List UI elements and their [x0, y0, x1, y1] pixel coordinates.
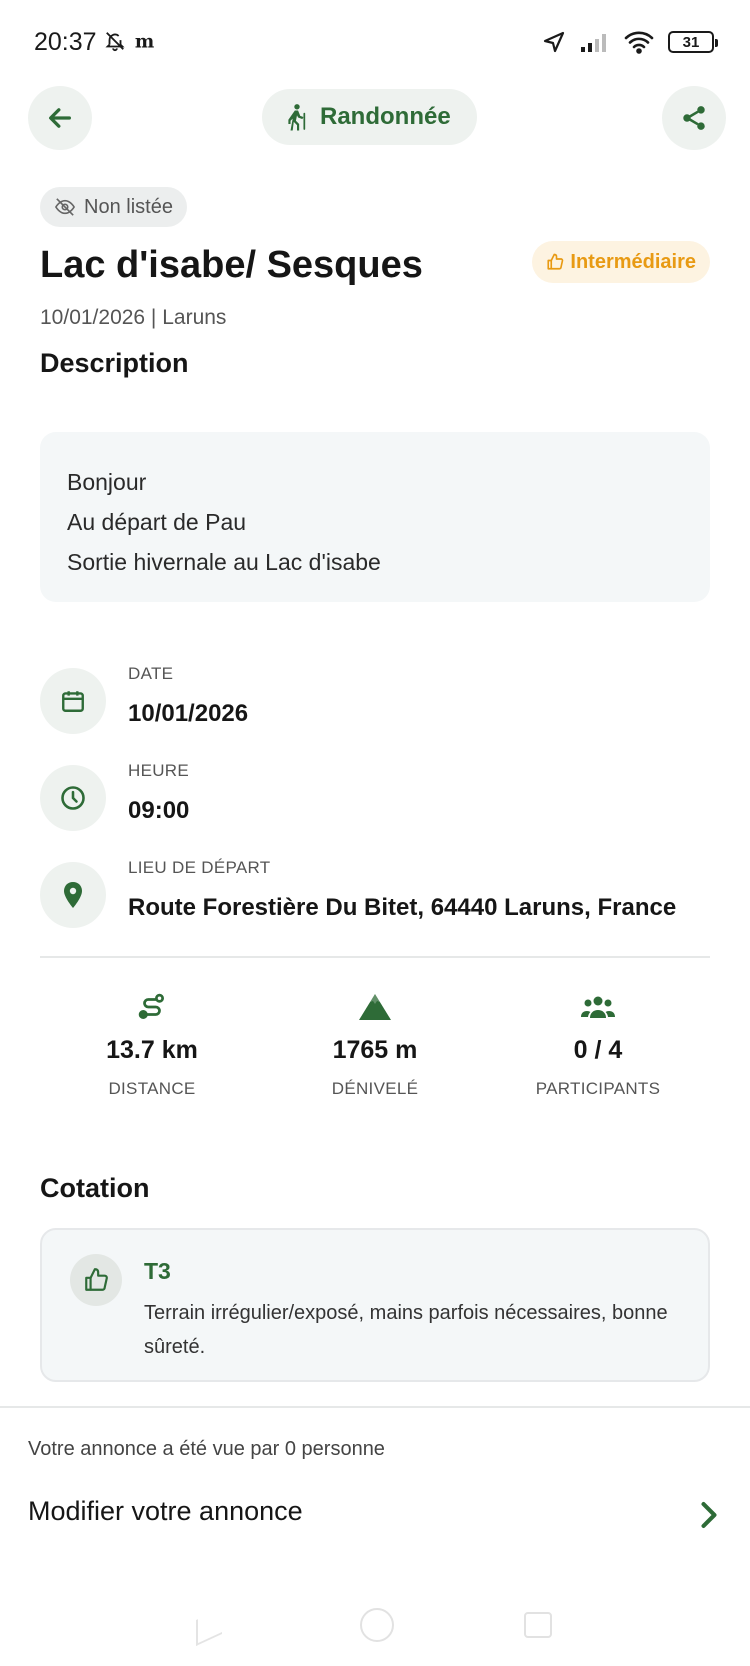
cotation-description: Terrain irrégulier/exposé, mains parfois…: [144, 1302, 668, 1358]
hiker-icon: [288, 104, 306, 131]
status-bar: 20:37 m 31: [0, 0, 750, 84]
description-line: Sortie hivernale au Lac d'isabe: [67, 549, 381, 575]
stat-label: DÉNIVELÉ: [331, 1079, 419, 1098]
status-system-icons: 31: [542, 30, 718, 54]
stat-distance: 13.7 km DISTANCE: [52, 990, 252, 1099]
stat-label: PARTICIPANTS: [535, 1079, 661, 1098]
detail-label: LIEU DE DÉPART: [128, 858, 271, 877]
detail-time: HEURE 09:00: [40, 761, 710, 831]
group-icon: [498, 990, 698, 1024]
wifi-icon: [624, 31, 654, 54]
stat-value: 0 / 4: [573, 1036, 623, 1064]
stat-label: DISTANCE: [108, 1079, 196, 1098]
category-label: Randonnée: [320, 103, 451, 130]
system-navigation-bar: [0, 1600, 750, 1660]
battery-level: 31: [682, 33, 700, 51]
description-box: Bonjour Au départ de Pau Sortie hivernal…: [40, 432, 710, 602]
detail-value: 10/01/2026: [128, 700, 249, 727]
calendar-icon: [40, 668, 106, 734]
cotation-heading: Cotation: [40, 1173, 150, 1203]
svg-text:m: m: [135, 31, 154, 52]
divider: [0, 1406, 750, 1408]
stat-value: 13.7 km: [106, 1036, 198, 1064]
status-notification-icons: m: [104, 30, 156, 52]
bell-off-icon: [105, 32, 125, 52]
thumbs-up-icon: [70, 1254, 122, 1306]
stat-participants: 0 / 4 PARTICIPANTS: [498, 990, 698, 1099]
newspaper-icon: m: [135, 31, 154, 52]
status-time: 20:37: [34, 28, 97, 56]
cotation-card: T3 Terrain irrégulier/exposé, mains parf…: [40, 1228, 710, 1382]
detail-label: DATE: [128, 664, 174, 683]
share-button[interactable]: [662, 86, 726, 150]
clock-icon: [40, 765, 106, 831]
detail-value: Route Forestière Du Bitet, 64440 Laruns,…: [128, 894, 677, 921]
eye-off-icon: [54, 198, 76, 216]
battery-icon: 31: [668, 31, 718, 53]
description-heading: Description: [40, 348, 189, 378]
signal-icon: [581, 34, 606, 52]
thumbs-up-icon: [547, 253, 564, 270]
mountain-icon: [275, 990, 475, 1024]
detail-start-location: LIEU DE DÉPART Route Forestière Du Bitet…: [40, 858, 710, 928]
location-pin-icon: [40, 862, 106, 928]
detail-label: HEURE: [128, 761, 190, 780]
system-recents-button[interactable]: [524, 1612, 552, 1638]
visibility-label: Non listée: [84, 195, 173, 218]
visibility-badge: Non listée: [40, 187, 187, 227]
description-line: Au départ de Pau: [67, 509, 247, 535]
stat-value: 1765 m: [332, 1036, 418, 1064]
cotation-code: T3: [144, 1258, 171, 1284]
divider: [40, 956, 710, 958]
detail-date: DATE 10/01/2026: [40, 664, 710, 734]
detail-value: 09:00: [128, 797, 190, 824]
system-back-button[interactable]: [196, 1607, 222, 1647]
route-icon: [52, 990, 252, 1024]
views-count-text: Votre annonce a été vue par 0 personne: [28, 1438, 385, 1460]
edit-listing-button[interactable]: Modifier votre annonce: [0, 1486, 750, 1546]
edit-listing-label: Modifier votre annonce: [28, 1496, 303, 1526]
category-pill: Randonnée: [262, 89, 477, 145]
arrow-left-icon: [49, 108, 71, 128]
stat-elevation: 1765 m DÉNIVELÉ: [275, 990, 475, 1099]
share-icon: [683, 106, 705, 130]
chevron-right-icon: [701, 1502, 717, 1528]
level-badge: Intermédiaire: [532, 241, 710, 283]
back-button[interactable]: [28, 86, 92, 150]
location-arrow-icon: [543, 31, 565, 53]
listing-subtitle: 10/01/2026 | Laruns: [40, 306, 227, 329]
listing-title: Lac d'isabe/ Sesques: [40, 244, 423, 286]
description-line: Bonjour: [67, 469, 147, 495]
level-label: Intermédiaire: [570, 250, 696, 273]
system-home-button[interactable]: [360, 1608, 394, 1642]
